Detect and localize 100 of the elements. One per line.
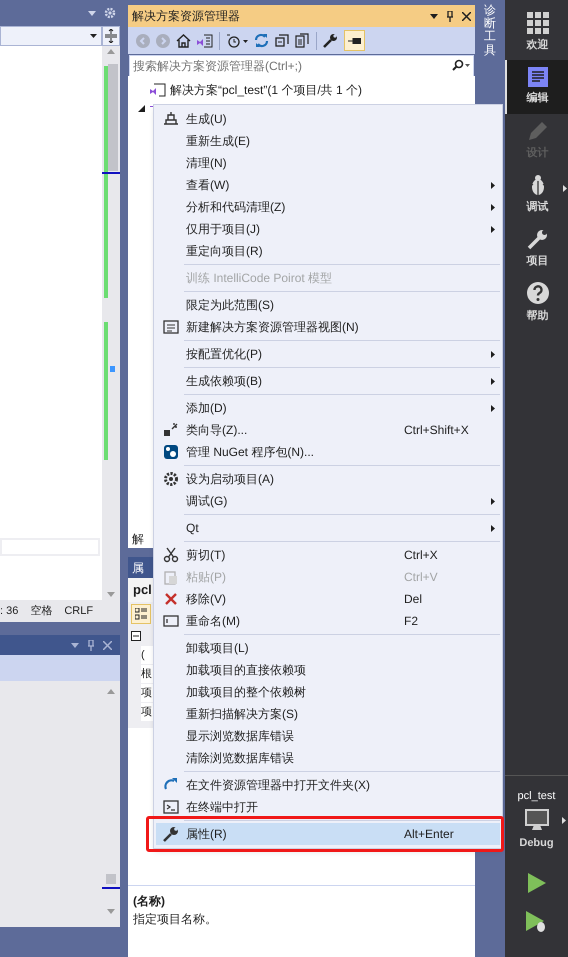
run-icon[interactable]	[528, 873, 546, 893]
menu-item[interactable]: 类向导(Z)... Ctrl+Shift+X	[156, 419, 500, 441]
menu-item[interactable]: 设为启动项目(A)	[156, 468, 500, 490]
pin-icon[interactable]	[446, 10, 454, 22]
submenu-arrow-icon	[491, 226, 495, 232]
wrench-icon[interactable]	[323, 33, 338, 48]
menu-item[interactable]: 仅用于项目(J)	[156, 218, 500, 240]
menu-item[interactable]: Qt	[156, 517, 500, 539]
solution-view-icon[interactable]	[197, 34, 213, 48]
collapse-icon[interactable]	[131, 631, 141, 641]
configuration-label: Debug	[519, 836, 554, 850]
menu-item[interactable]: 属性(R) Alt+Enter	[156, 823, 500, 845]
menu-item[interactable]: 调试(G)	[156, 490, 500, 512]
menu-item[interactable]: 在终端中打开	[156, 796, 500, 818]
pencil-icon	[526, 120, 548, 142]
menu-item[interactable]: 限定为此范围(S)	[156, 294, 500, 316]
menu-item[interactable]: 移除(V) Del	[156, 588, 500, 610]
submenu-arrow-icon	[491, 524, 495, 532]
scroll-thumb[interactable]	[108, 64, 118, 171]
gear-icon	[163, 471, 179, 487]
menu-item[interactable]: 加载项目的整个依赖树	[156, 681, 500, 703]
menu-item[interactable]: 生成(U)	[156, 108, 500, 130]
submenu-arrow-icon	[491, 498, 495, 504]
menu-item[interactable]: 在文件资源管理器中打开文件夹(X)	[156, 774, 500, 796]
tree-item[interactable]: 解决方案“pcl_test”(1 个项目/共 1 个)	[170, 80, 362, 98]
rename-icon	[163, 613, 179, 629]
submenu-arrow-icon	[491, 182, 495, 188]
menu-item[interactable]: 清除浏览数据库错误	[156, 747, 500, 769]
menu-item[interactable]: 重新扫描解决方案(S)	[156, 703, 500, 725]
activity-button[interactable]: 项目	[505, 222, 568, 276]
wrench-icon	[163, 826, 179, 842]
caret-icon[interactable]	[563, 185, 567, 192]
debug-run-icon[interactable]	[526, 911, 548, 933]
scroll-thumb[interactable]	[106, 874, 116, 884]
monitor-icon[interactable]	[524, 808, 548, 830]
menu-item[interactable]: 加载项目的直接依赖项	[156, 659, 500, 681]
property-name: 根	[141, 666, 152, 682]
menu-item[interactable]: 查看(W)	[156, 174, 500, 196]
settings-icon[interactable]	[104, 7, 116, 19]
vertical-scrollbar[interactable]	[102, 46, 120, 600]
property-name: 项	[141, 686, 152, 701]
solution-icon	[150, 82, 166, 96]
caret-position-line	[102, 887, 120, 889]
menu-item[interactable]: 按配置优化(P)	[156, 343, 500, 365]
panel-icon	[348, 38, 361, 44]
menu-item[interactable]: 分析和代码清理(Z)	[156, 196, 500, 218]
home-icon[interactable]	[176, 34, 191, 48]
terminal-icon	[163, 799, 179, 815]
search-icon[interactable]	[452, 59, 470, 71]
menu-item[interactable]: 重新生成(E)	[156, 130, 500, 152]
list-icon	[135, 608, 147, 620]
description-title: (名称)	[133, 893, 166, 910]
menu-item[interactable]: 卸载项目(L)	[156, 637, 500, 659]
menu-item[interactable]: 清理(N)	[156, 152, 500, 174]
copy-pages-icon[interactable]	[295, 33, 310, 48]
activity-button[interactable]: 调试	[505, 168, 568, 222]
activity-button[interactable]: 欢迎	[505, 6, 568, 60]
menu-item[interactable]: 管理 NuGet 程序包(N)...	[156, 441, 500, 463]
menu-item[interactable]: 显示浏览数据库错误	[156, 725, 500, 747]
submenu-arrow-icon	[491, 204, 495, 210]
wand-icon	[163, 422, 179, 438]
vertical-scrollbar[interactable]	[102, 681, 120, 927]
history-icon[interactable]	[226, 34, 248, 48]
search-field[interactable]: 搜索解决方案资源管理器(Ctrl+;)	[129, 55, 474, 77]
close-icon[interactable]	[462, 12, 471, 20]
split-button[interactable]	[102, 26, 120, 46]
expanded-icon[interactable]	[138, 105, 145, 112]
menu-item[interactable]: 剪切(T) Ctrl+X	[156, 544, 500, 566]
status-text: 空格	[30, 604, 52, 619]
preview-toggle-button[interactable]	[344, 30, 365, 51]
activity-button[interactable]: 编辑	[505, 60, 568, 114]
panel-title: 属	[132, 560, 144, 576]
build-icon	[163, 111, 179, 127]
submenu-arrow-icon	[491, 378, 495, 384]
activity-button[interactable]: 帮助	[505, 276, 568, 330]
menu-item[interactable]: 重定向项目(R)	[156, 240, 500, 262]
menu-item[interactable]: 新建解决方案资源管理器视图(N)	[156, 316, 500, 338]
refresh-icon[interactable]	[254, 33, 269, 48]
grid-icon	[526, 12, 548, 34]
dropdown-icon[interactable]	[430, 14, 438, 18]
menu-item[interactable]: 生成依赖项(B)	[156, 370, 500, 392]
panel-title: 解决方案资源管理器	[132, 8, 241, 25]
object-name: pcl	[133, 581, 152, 600]
menu-item[interactable]: 添加(D)	[156, 397, 500, 419]
project-label: pcl_test	[518, 789, 556, 804]
selection-marker	[110, 366, 115, 372]
dropdown-icon	[90, 34, 97, 38]
document-lines-icon	[528, 67, 548, 88]
clipboard-icon	[163, 569, 179, 585]
package-icon	[163, 444, 179, 460]
menu-item[interactable]: 重命名(M) F2	[156, 610, 500, 632]
status-text: CRLF	[64, 604, 94, 619]
description-text: 指定项目名称。	[133, 911, 218, 928]
property-name: (	[141, 648, 145, 663]
panel-tab[interactable]: 解	[128, 530, 144, 548]
caret-icon[interactable]	[562, 816, 566, 824]
collapse-all-icon[interactable]	[275, 34, 289, 48]
help-icon	[526, 281, 550, 306]
categorized-button[interactable]	[131, 604, 151, 624]
caret-position-line	[102, 172, 120, 174]
